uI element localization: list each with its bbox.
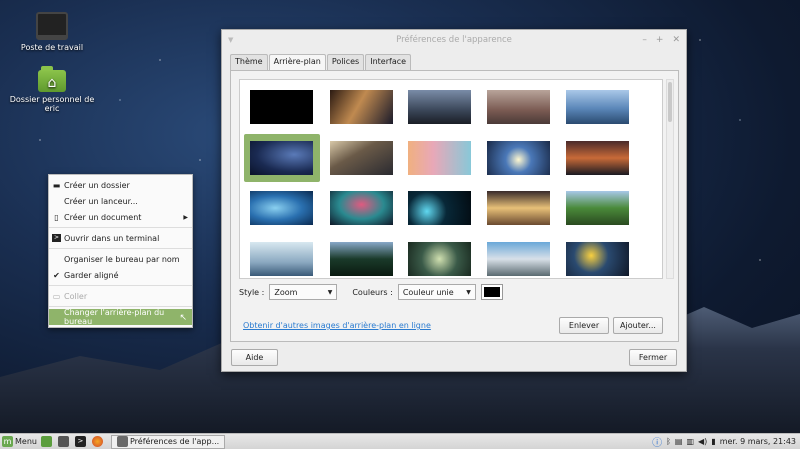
firefox-icon	[91, 436, 103, 447]
help-button[interactable]: Aide	[231, 349, 278, 366]
scrollbar-thumb[interactable]	[668, 82, 672, 122]
tab-interface[interactable]: Interface	[365, 54, 412, 71]
show-desktop-icon	[40, 436, 52, 447]
menu-separator	[49, 227, 192, 228]
tab-fonts[interactable]: Polices	[326, 54, 365, 71]
colors-label: Couleurs :	[352, 287, 393, 297]
background-panel: Style : Zoom ▼ Couleurs : Couleur unie ▼ O…	[230, 70, 679, 342]
computer-icon	[36, 12, 68, 40]
tab-bar: Thème Arrière-plan Polices Interface	[230, 54, 412, 71]
show-desktop-launcher[interactable]	[39, 435, 56, 449]
chevron-down-icon: ▼	[327, 288, 333, 296]
menu-item-paste: ▭ Coller	[52, 291, 88, 301]
close-icon[interactable]: ✕	[672, 35, 680, 45]
wallpaper-thumbnail[interactable]	[330, 191, 393, 225]
wallpaper-thumbnail[interactable]	[330, 90, 393, 124]
files-icon	[57, 436, 69, 447]
submenu-arrow-icon: ▶	[183, 213, 188, 221]
mint-logo-icon: m	[2, 436, 13, 447]
clipboard-icon[interactable]: ▤	[675, 437, 683, 446]
preferences-window-icon	[116, 436, 128, 447]
battery-icon[interactable]: ▮	[711, 437, 715, 446]
firefox-launcher[interactable]	[90, 435, 107, 449]
menu-item-keep-aligned[interactable]: ✔ Garder aligné	[49, 267, 192, 283]
desktop-icon-home[interactable]: Dossier personnel de eric	[7, 66, 97, 113]
terminal-icon: >	[52, 234, 61, 242]
desktop-icon-label: Dossier personnel de eric	[9, 95, 95, 113]
wallpaper-thumbnail[interactable]	[566, 242, 629, 276]
tab-theme[interactable]: Thème	[230, 54, 268, 71]
style-label: Style :	[239, 287, 265, 297]
appearance-preferences-window: ▼ Préférences de l'apparence – + ✕ Thème…	[221, 29, 687, 372]
window-titlebar[interactable]: ▼ Préférences de l'apparence – + ✕	[222, 30, 686, 50]
system-tray: ⓘ ᛒ ▤ ▥ ◀) ▮ mer. 9 mars, 21:43	[652, 434, 800, 449]
check-icon: ✔	[53, 270, 60, 280]
chevron-down-icon: ▼	[466, 288, 471, 296]
remove-button[interactable]: Enlever	[559, 317, 609, 334]
menu-item-create-document[interactable]: ▯ Créer un document ▶	[49, 209, 192, 225]
wallpaper-scrollbar[interactable]	[666, 79, 674, 279]
desktop-icon-label: Poste de travail	[20, 43, 84, 52]
color-swatch	[483, 287, 500, 297]
add-button[interactable]: Ajouter...	[613, 317, 663, 334]
clock[interactable]: mer. 9 mars, 21:43	[720, 437, 796, 446]
menu-button[interactable]: m Menu	[0, 435, 39, 449]
terminal-launcher[interactable]	[56, 435, 73, 449]
menu-separator	[49, 306, 192, 307]
window-title: Préférences de l'apparence	[396, 35, 512, 45]
menu-item-sort-by-name[interactable]: Organiser le bureau par nom	[49, 251, 192, 267]
menu-item-create-folder[interactable]: ▬ Créer un dossier	[49, 177, 192, 193]
paste-icon: ▭	[52, 291, 61, 301]
menu-separator	[49, 285, 192, 286]
wallpaper-thumbnail[interactable]	[566, 141, 629, 175]
desktop-icon-computer[interactable]: Poste de travail	[7, 12, 97, 52]
wallpaper-thumbnail[interactable]	[250, 90, 313, 124]
window-menu-icon[interactable]: ▼	[228, 36, 233, 44]
menu-item-create-launcher[interactable]: Créer un lanceur...	[49, 193, 192, 209]
wallpaper-thumbnail[interactable]	[408, 191, 471, 225]
folder-icon: ▬	[52, 180, 61, 190]
wallpaper-grid	[239, 79, 663, 279]
wallpaper-thumbnail[interactable]	[330, 141, 393, 175]
update-icon[interactable]: ⓘ	[652, 434, 662, 449]
document-icon: ▯	[54, 212, 59, 222]
terminal-icon: >	[74, 436, 86, 447]
wallpaper-thumbnail[interactable]	[566, 191, 629, 225]
mouse-cursor-icon: ↖	[179, 313, 187, 323]
menu-item-change-background[interactable]: Changer l'arrière-plan du bureau ↖	[49, 308, 192, 326]
wallpaper-thumbnail[interactable]	[408, 141, 471, 175]
get-more-backgrounds-link[interactable]: Obtenir d'autres images d'arrière-plan e…	[243, 321, 431, 330]
wallpaper-thumbnail[interactable]	[330, 242, 393, 276]
network-icon[interactable]: ▥	[686, 437, 694, 446]
wallpaper-thumbnail[interactable]	[566, 90, 629, 124]
wallpaper-thumbnail[interactable]	[250, 191, 313, 225]
taskbar: m Menu > Préférences de l'app... ⓘ ᛒ ▤ ▥…	[0, 433, 800, 449]
wallpaper-thumbnail[interactable]	[408, 90, 471, 124]
wallpaper-thumbnail[interactable]	[487, 141, 550, 175]
color-swatch-button[interactable]	[480, 284, 503, 300]
close-button[interactable]: Fermer	[629, 349, 677, 366]
wallpaper-thumbnail[interactable]	[487, 90, 550, 124]
wallpaper-thumbnail[interactable]	[408, 242, 471, 276]
desktop-context-menu: ▬ Créer un dossier Créer un lanceur... ▯ C…	[48, 174, 193, 328]
menu-item-open-terminal[interactable]: > Ouvrir dans un terminal	[49, 230, 192, 246]
maximize-icon[interactable]: +	[656, 35, 664, 45]
terminal-launcher-2[interactable]: >	[73, 435, 90, 449]
bluetooth-icon[interactable]: ᛒ	[666, 437, 671, 446]
minimize-icon[interactable]: –	[642, 35, 647, 45]
wallpaper-thumbnail[interactable]	[250, 242, 313, 276]
wallpaper-thumbnail[interactable]	[250, 141, 313, 175]
menu-separator	[49, 248, 192, 249]
wallpaper-thumbnail[interactable]	[487, 191, 550, 225]
volume-icon[interactable]: ◀)	[698, 437, 707, 446]
wallpaper-thumbnail[interactable]	[487, 242, 550, 276]
home-folder-icon	[38, 66, 66, 92]
taskbar-window-button[interactable]: Préférences de l'app...	[110, 434, 226, 449]
tab-background[interactable]: Arrière-plan	[268, 54, 326, 71]
colors-select[interactable]: Couleur unie ▼	[397, 284, 476, 300]
style-select[interactable]: Zoom ▼	[269, 284, 338, 300]
